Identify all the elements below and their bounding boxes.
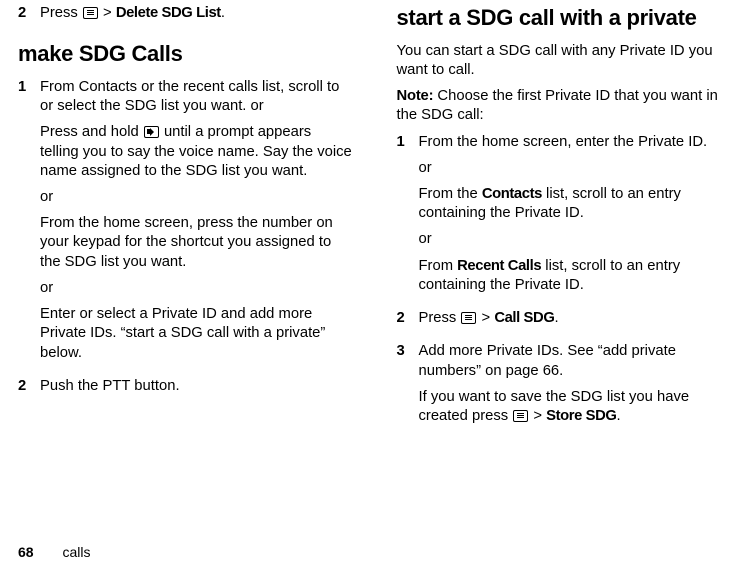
step-text: Press > Call SDG. — [419, 309, 732, 328]
text: From — [419, 258, 458, 274]
right-column: start a SDG call with a private You can … — [375, 4, 732, 566]
step-text: From the Contacts list, scroll to an ent… — [419, 185, 732, 223]
page: 2 Press > Delete SDG List. make SDG Call… — [0, 0, 749, 566]
intro-text: You can start a SDG call with any Privat… — [397, 42, 732, 80]
page-number: 68 — [18, 544, 34, 560]
note-text: Note: Choose the first Private ID that y… — [397, 87, 732, 125]
step-2: 2 Push the PTT button. — [18, 377, 353, 403]
text: Press and hold — [40, 124, 143, 140]
speaker-key-icon — [144, 126, 159, 138]
text: From the — [419, 186, 482, 202]
step-body: Push the PTT button. — [40, 377, 353, 403]
text: . — [554, 310, 558, 326]
text: Press — [40, 5, 82, 21]
or-text: or — [419, 159, 732, 178]
step-body: From Contacts or the recent calls list, … — [40, 78, 353, 370]
step-delete-sdg: 2 Press > Delete SDG List. — [18, 4, 353, 30]
step-text: Press and hold until a prompt appears te… — [40, 123, 353, 181]
step-number: 3 — [397, 342, 419, 433]
step-text: Press > Delete SDG List. — [40, 4, 353, 23]
step-body: From the home screen, enter the Private … — [419, 133, 732, 303]
section-label: calls — [62, 544, 90, 560]
menu-key-icon — [461, 312, 476, 324]
menu-key-icon — [513, 410, 528, 422]
bold-text: Call SDG — [494, 310, 554, 326]
step-3: 3 Add more Private IDs. See “add private… — [397, 342, 732, 433]
step-number: 2 — [18, 377, 40, 403]
menu-key-icon — [83, 7, 98, 19]
heading-start-sdg-private: start a SDG call with a private — [397, 4, 732, 33]
note-label: Note: — [397, 88, 434, 104]
step-1: 1 From the home screen, enter the Privat… — [397, 133, 732, 303]
left-column: 2 Press > Delete SDG List. make SDG Call… — [18, 4, 375, 566]
step-body: Press > Call SDG. — [419, 309, 732, 335]
text: > — [99, 5, 116, 21]
heading-make-sdg-calls: make SDG Calls — [18, 40, 353, 69]
or-text: or — [40, 279, 353, 298]
text: > — [477, 310, 494, 326]
step-text: Push the PTT button. — [40, 377, 353, 396]
step-text: If you want to save the SDG list you hav… — [419, 388, 732, 426]
step-text: From the home screen, press the number o… — [40, 214, 353, 272]
text: Choose the first Private ID that you wan… — [397, 88, 718, 123]
step-text: Add more Private IDs. See “add private n… — [419, 342, 732, 380]
step-2: 2 Press > Call SDG. — [397, 309, 732, 335]
step-number: 2 — [397, 309, 419, 335]
bold-text: Store SDG — [546, 408, 616, 424]
step-number: 1 — [18, 78, 40, 370]
step-number: 1 — [397, 133, 419, 303]
bold-text: Contacts — [482, 186, 542, 202]
step-text: From Recent Calls list, scroll to an ent… — [419, 257, 732, 295]
step-text: Enter or select a Private ID and add mor… — [40, 305, 353, 363]
step-1: 1 From Contacts or the recent calls list… — [18, 78, 353, 370]
step-number: 2 — [18, 4, 40, 30]
text: . — [221, 5, 225, 21]
step-body: Add more Private IDs. See “add private n… — [419, 342, 732, 433]
step-text: From the home screen, enter the Private … — [419, 133, 732, 152]
text: > — [529, 408, 546, 424]
text: . — [617, 408, 621, 424]
bold-text: Recent Calls — [457, 258, 541, 274]
text: Press — [419, 310, 461, 326]
step-body: Press > Delete SDG List. — [40, 4, 353, 30]
footer: 68 calls — [18, 544, 90, 560]
bold-text: Delete SDG List — [116, 5, 221, 21]
or-text: or — [40, 188, 353, 207]
step-text: From Contacts or the recent calls list, … — [40, 78, 353, 116]
or-text: or — [419, 230, 732, 249]
